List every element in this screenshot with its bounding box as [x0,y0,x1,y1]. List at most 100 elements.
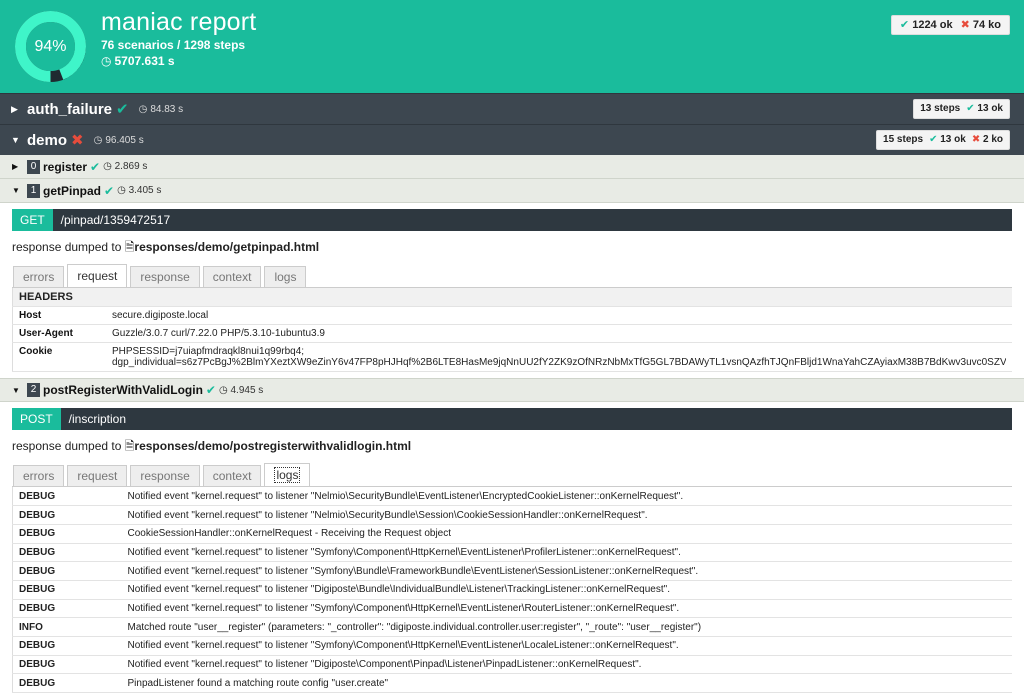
response-dump-line: response dumped to 🗎responses/demo/postr… [12,430,1012,464]
log-level: DEBUG [12,524,122,544]
log-message: Notified event "kernel.request" to liste… [121,580,1012,600]
request-bar: GET /pinpad/1359472517 [12,209,1012,231]
log-row: DEBUG PinpadListener found a matching rou… [12,673,1012,694]
feature-duration-value: 84.83 s [150,103,184,115]
tab-logs[interactable]: logs [264,266,307,287]
report-title: maniac report [101,8,257,36]
log-row: DEBUG Notified event "kernel.request" to … [12,543,1012,563]
log-row: DEBUG CookieSessionHandler::onKernelReque… [12,524,1012,544]
feature-name: demo [27,131,68,149]
tab-response[interactable]: response [130,266,200,287]
feature-ko-count: 2 ko [982,134,1003,145]
header-value: PHPSESSID=j7uiapfmdraqkl8nui1q99rbq4; dg… [106,342,1012,372]
log-message: Notified event "kernel.request" to liste… [121,561,1012,581]
log-row: DEBUG Notified event "kernel.request" to … [12,561,1012,581]
log-level: INFO [12,617,122,637]
log-level: DEBUG [12,505,122,525]
cookie-line: PHPSESSID=j7uiapfmdraqkl8nui1q99rbq4; [112,346,305,357]
caret-down-icon[interactable]: ▼ [12,386,20,395]
log-row: DEBUG Notified event "kernel.request" to … [12,487,1012,507]
log-message: Notified event "kernel.request" to liste… [121,599,1012,619]
tab-logs-label: logs [274,467,301,483]
dump-prefix: response dumped to [12,439,122,453]
caret-down-icon[interactable]: ▼ [11,135,20,145]
http-method: GET [12,209,53,231]
detail-tabs: errors request response context logs [12,264,1012,288]
check-icon: ✔ [205,383,216,397]
log-message: Notified event "kernel.request" to liste… [121,543,1012,563]
detail-tabs: errors request response context logs [12,463,1012,487]
log-row: INFO Matched route "user__register" (para… [12,617,1012,637]
tab-errors[interactable]: errors [13,266,65,287]
tab-request[interactable]: request [67,465,128,486]
log-message: Matched route "user__register" (paramete… [121,617,1012,637]
log-level: DEBUG [12,655,122,675]
tab-response[interactable]: response [130,465,200,486]
step-row-getpinpad[interactable]: ▼ 1 getPinpad ✔ ◷ 3.405 s [0,179,1024,203]
step-name: postRegisterWithValidLogin [43,383,203,397]
feature-step-count: 13 steps [920,103,961,114]
table-row: User-Agent Guzzle/3.0.7 curl/7.22.0 PHP/… [12,324,1012,343]
log-level: DEBUG [12,636,122,656]
request-url: /pinpad/1359472517 [60,213,171,227]
step-duration-value: 3.405 s [128,185,162,196]
log-message: PinpadListener found a matching route co… [121,673,1012,694]
cross-icon: ✖ [960,19,970,31]
tab-errors[interactable]: errors [13,465,65,486]
dump-file-link[interactable]: responses/demo/postregisterwithvalidlogi… [134,439,411,453]
log-row: DEBUG Notified event "kernel.request" to … [12,599,1012,619]
tab-request[interactable]: request [67,264,128,287]
cross-icon: ✖ [71,132,84,149]
caret-right-icon[interactable]: ▶ [12,162,19,171]
step-row-postregisterwithvalidlogin[interactable]: ▼ 2 postRegisterWithValidLogin ✔ ◷ 4.945… [0,378,1024,402]
step-duration-value: 2.869 s [114,161,148,172]
log-level: DEBUG [12,599,122,619]
feature-duration: ◷ 96.405 s [94,135,144,146]
check-icon: ✔ [966,103,975,114]
log-message: CookieSessionHandler::onKernelRequest - … [121,524,1012,544]
file-icon: 🗎 [124,240,135,254]
global-status-badge: ✔ 1224 ok ✖ 74 ko [890,15,1010,35]
feature-row-auth-failure[interactable]: ▶ auth_failure ✔ ◷ 84.83 s 13 steps ✔ 13 … [0,93,1024,124]
request-bar: POST /inscription [12,408,1012,430]
clock-icon: ◷ [138,103,148,115]
check-icon: ✔ [116,101,129,118]
caret-down-icon[interactable]: ▼ [12,186,20,195]
success-percent: 94% [34,38,67,55]
check-icon: ✔ [899,19,910,31]
caret-right-icon[interactable]: ▶ [11,104,19,115]
step-duration: ◷ 2.869 s [103,161,148,172]
tab-context[interactable]: context [202,465,262,486]
clock-icon: ◷ [101,54,112,68]
report-header: 94% maniac report 76 scenarios / 1298 st… [0,0,1024,93]
feature-duration: ◷ 84.83 s [139,104,184,115]
log-row: DEBUG Notified event "kernel.request" to … [12,636,1012,656]
step-index: 2 [27,383,40,397]
table-row: Cookie PHPSESSID=j7uiapfmdraqkl8nui1q99r… [12,342,1012,372]
report-summary: 76 scenarios / 1298 steps [101,38,246,52]
global-ok-count: 1224 ok [912,19,953,31]
log-row: DEBUG Notified event "kernel.request" to … [12,505,1012,525]
global-ko-count: 74 ko [972,19,1001,31]
cross-icon: ✖ [971,134,981,145]
headers-title-row: HEADERS [12,288,1012,307]
log-row: DEBUG Notified event "kernel.request" to … [12,580,1012,600]
dump-prefix: response dumped to [12,240,122,254]
request-url: /inscription [68,412,127,426]
log-message: Notified event "kernel.request" to liste… [121,487,1012,507]
dump-file-link[interactable]: responses/demo/getpinpad.html [134,240,319,254]
log-message: Notified event "kernel.request" to liste… [121,505,1012,525]
tab-context[interactable]: context [202,266,262,287]
log-level: DEBUG [12,561,122,581]
step-duration: ◷ 3.405 s [117,185,162,196]
report-duration-value: 5707.631 s [114,54,175,68]
feature-status-badge: 15 steps ✔ 13 ok ✖ 2 ko [876,130,1010,150]
step-detail-getpinpad: GET /pinpad/1359472517 response dumped t… [0,203,1024,378]
log-row: DEBUG Notified event "kernel.request" to … [12,655,1012,675]
header-value: Guzzle/3.0.7 curl/7.22.0 PHP/5.3.10-1ubu… [106,324,1012,343]
log-level: DEBUG [12,543,122,563]
cookie-line: dgp_individual=s6z7PcBgJ%2BlmYXeztXW9eZi… [112,357,1006,368]
tab-logs[interactable]: logs [264,463,311,486]
step-row-register[interactable]: ▶ 0 register ✔ ◷ 2.869 s [0,155,1024,179]
feature-row-demo[interactable]: ▼ demo ✖ ◷ 96.405 s 15 steps ✔ 13 ok ✖ 2 … [0,124,1024,155]
